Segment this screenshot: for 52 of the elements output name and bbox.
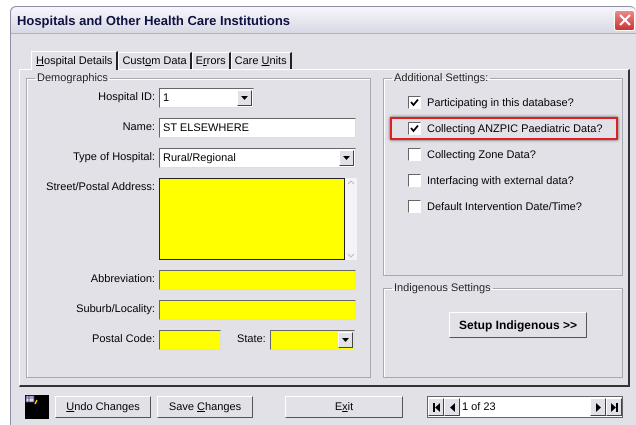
setup-button[interactable]: Setup Indigenous >> — [449, 312, 587, 338]
checkbox[interactable] — [408, 148, 421, 161]
field-label: State: — [237, 332, 267, 345]
next-icon — [594, 402, 602, 412]
dropdown[interactable] — [270, 330, 355, 350]
tab[interactable]: Care Units — [230, 52, 292, 69]
field-label: Hospital ID: — [97, 90, 156, 103]
checkbox[interactable] — [408, 174, 421, 187]
checkbox-label[interactable]: Participating in this database? — [427, 96, 574, 108]
action-button[interactable]: Exit — [285, 396, 403, 418]
group-title: Indigenous Settings — [393, 282, 492, 294]
last-icon — [610, 402, 618, 412]
text-field[interactable] — [159, 330, 221, 350]
field-label: Postal Code: — [91, 332, 156, 345]
checkbox-label[interactable]: Default Intervention Date/Time? — [427, 200, 582, 212]
group-title: Additional Settings: — [393, 72, 490, 84]
grid-icon[interactable] — [25, 395, 49, 419]
checkbox-label[interactable]: Collecting Zone Data? — [427, 148, 536, 160]
checkbox-label[interactable]: Interfacing with external data? — [427, 174, 574, 186]
dropdown[interactable]: 1 — [159, 88, 254, 108]
group-title: Demographics — [36, 72, 109, 84]
record-counter: 1 of 23 — [461, 401, 497, 413]
field-label: Name: — [122, 120, 156, 133]
dropdown-value: 1 — [163, 92, 170, 104]
checkbox[interactable] — [408, 122, 421, 135]
tab[interactable]: Custom Data — [118, 52, 192, 69]
window-title: Hospitals and Other Health Care Institutions — [17, 12, 290, 28]
last-record-button[interactable] — [606, 398, 622, 416]
dropdown-value: Rural/Regional — [163, 152, 237, 164]
action-button[interactable]: Save Changes — [157, 396, 253, 418]
text-field[interactable] — [159, 300, 356, 320]
field-label: Abbreviation: — [90, 272, 156, 285]
tab[interactable]: Errors — [192, 52, 231, 69]
previous-icon — [448, 402, 456, 412]
address-field[interactable] — [159, 178, 345, 260]
checkbox[interactable] — [408, 96, 421, 109]
checkbox-label[interactable]: Collecting ANZPIC Paediatric Data? — [427, 122, 602, 134]
text-field[interactable]: ST ELSEWHERE — [159, 118, 356, 138]
action-button[interactable]: Undo Changes — [55, 396, 151, 418]
tab[interactable]: Hospital Details — [31, 51, 118, 70]
first-record-button[interactable] — [428, 398, 444, 416]
first-icon — [432, 402, 440, 412]
next-record-button[interactable] — [590, 398, 606, 416]
dropdown[interactable]: Rural/Regional — [159, 148, 356, 168]
previous-record-button[interactable] — [444, 398, 460, 416]
close-icon — [618, 14, 630, 26]
checkbox[interactable] — [408, 200, 421, 213]
close-button[interactable] — [614, 10, 635, 30]
field-label: Street/Postal Address: — [45, 180, 156, 193]
field-label: Type of Hospital: — [72, 150, 156, 163]
field-label: Suburb/Locality: — [75, 302, 156, 315]
text-field[interactable] — [159, 270, 356, 290]
